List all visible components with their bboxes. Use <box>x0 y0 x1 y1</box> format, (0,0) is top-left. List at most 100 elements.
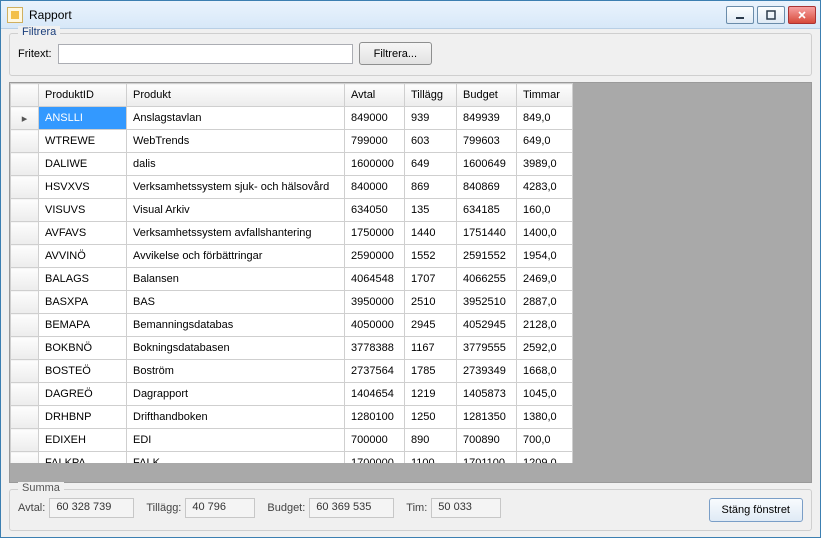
cell-budget[interactable]: 3779555 <box>457 337 517 360</box>
table-row[interactable]: ▸ANSLLIAnslagstavlan849000939849939849,0 <box>11 107 573 130</box>
cell-produkt[interactable]: Avvikelse och förbättringar <box>127 245 345 268</box>
table-row[interactable]: AVFAVSVerksamhetssystem avfallshantering… <box>11 222 573 245</box>
table-row[interactable]: FALKPAFALK1700000110017011001209,0 <box>11 452 573 464</box>
cell-produkt-id[interactable]: EDIXEH <box>39 429 127 452</box>
row-header[interactable] <box>11 452 39 464</box>
cell-produkt[interactable]: BAS <box>127 291 345 314</box>
cell-tillagg[interactable]: 869 <box>405 176 457 199</box>
cell-budget[interactable]: 2739349 <box>457 360 517 383</box>
col-budget[interactable]: Budget <box>457 84 517 107</box>
cell-avtal[interactable]: 3778388 <box>345 337 405 360</box>
cell-avtal[interactable]: 849000 <box>345 107 405 130</box>
cell-budget[interactable]: 1405873 <box>457 383 517 406</box>
cell-timmar[interactable]: 1380,0 <box>517 406 573 429</box>
cell-budget[interactable]: 4066255 <box>457 268 517 291</box>
cell-timmar[interactable]: 1668,0 <box>517 360 573 383</box>
table-row[interactable]: BOSTEÖBoström2737564178527393491668,0 <box>11 360 573 383</box>
cell-produkt-id[interactable]: BALAGS <box>39 268 127 291</box>
cell-produkt-id[interactable]: ANSLLI <box>39 107 127 130</box>
cell-timmar[interactable]: 1045,0 <box>517 383 573 406</box>
cell-timmar[interactable]: 849,0 <box>517 107 573 130</box>
cell-produkt[interactable]: Bemanningsdatabas <box>127 314 345 337</box>
cell-timmar[interactable]: 2887,0 <box>517 291 573 314</box>
cell-produkt-id[interactable]: BEMAPA <box>39 314 127 337</box>
cell-produkt[interactable]: EDI <box>127 429 345 452</box>
cell-tillagg[interactable]: 2510 <box>405 291 457 314</box>
cell-produkt-id[interactable]: AVFAVS <box>39 222 127 245</box>
cell-budget[interactable]: 3952510 <box>457 291 517 314</box>
cell-budget[interactable]: 1701100 <box>457 452 517 464</box>
cell-produkt[interactable]: Bokningsdatabasen <box>127 337 345 360</box>
cell-tillagg[interactable]: 649 <box>405 153 457 176</box>
row-header[interactable]: ▸ <box>11 107 39 130</box>
cell-tillagg[interactable]: 1219 <box>405 383 457 406</box>
table-row[interactable]: EDIXEHEDI700000890700890700,0 <box>11 429 573 452</box>
row-header[interactable] <box>11 337 39 360</box>
close-window-button[interactable] <box>788 6 816 24</box>
cell-tillagg[interactable]: 1440 <box>405 222 457 245</box>
cell-produkt[interactable]: Drifthandboken <box>127 406 345 429</box>
cell-budget[interactable]: 1281350 <box>457 406 517 429</box>
table-row[interactable]: AVVINÖAvvikelse och förbättringar2590000… <box>11 245 573 268</box>
cell-timmar[interactable]: 700,0 <box>517 429 573 452</box>
row-header[interactable] <box>11 176 39 199</box>
cell-budget[interactable]: 799603 <box>457 130 517 153</box>
table-row[interactable]: HSVXVSVerksamhetssystem sjuk- och hälsov… <box>11 176 573 199</box>
cell-tillagg[interactable]: 1250 <box>405 406 457 429</box>
row-header-corner[interactable] <box>11 84 39 107</box>
cell-tillagg[interactable]: 1707 <box>405 268 457 291</box>
cell-produkt-id[interactable]: AVVINÖ <box>39 245 127 268</box>
fritext-input[interactable] <box>58 44 353 64</box>
cell-avtal[interactable]: 634050 <box>345 199 405 222</box>
cell-tillagg[interactable]: 1167 <box>405 337 457 360</box>
row-header[interactable] <box>11 268 39 291</box>
cell-timmar[interactable]: 1954,0 <box>517 245 573 268</box>
table-row[interactable]: BEMAPABemanningsdatabas40500002945405294… <box>11 314 573 337</box>
cell-produkt-id[interactable]: HSVXVS <box>39 176 127 199</box>
table-row[interactable]: WTREWEWebTrends799000603799603649,0 <box>11 130 573 153</box>
cell-timmar[interactable]: 2592,0 <box>517 337 573 360</box>
cell-tillagg[interactable]: 1552 <box>405 245 457 268</box>
cell-avtal[interactable]: 799000 <box>345 130 405 153</box>
table-row[interactable]: BASXPABAS3950000251039525102887,0 <box>11 291 573 314</box>
cell-produkt[interactable]: Boström <box>127 360 345 383</box>
table-row[interactable]: DRHBNPDrifthandboken12801001250128135013… <box>11 406 573 429</box>
cell-budget[interactable]: 2591552 <box>457 245 517 268</box>
cell-produkt-id[interactable]: DAGREÖ <box>39 383 127 406</box>
row-header[interactable] <box>11 130 39 153</box>
cell-budget[interactable]: 4052945 <box>457 314 517 337</box>
cell-timmar[interactable]: 4283,0 <box>517 176 573 199</box>
cell-produkt[interactable]: Verksamhetssystem avfallshantering <box>127 222 345 245</box>
col-produkt-id[interactable]: ProduktID <box>39 84 127 107</box>
cell-timmar[interactable]: 2128,0 <box>517 314 573 337</box>
cell-produkt[interactable]: FALK <box>127 452 345 464</box>
cell-avtal[interactable]: 2590000 <box>345 245 405 268</box>
cell-avtal[interactable]: 4064548 <box>345 268 405 291</box>
cell-tillagg[interactable]: 135 <box>405 199 457 222</box>
cell-produkt-id[interactable]: WTREWE <box>39 130 127 153</box>
cell-produkt[interactable]: dalis <box>127 153 345 176</box>
cell-avtal[interactable]: 840000 <box>345 176 405 199</box>
cell-produkt-id[interactable]: VISUVS <box>39 199 127 222</box>
row-header[interactable] <box>11 383 39 406</box>
cell-produkt[interactable]: Visual Arkiv <box>127 199 345 222</box>
cell-produkt-id[interactable]: BASXPA <box>39 291 127 314</box>
cell-budget[interactable]: 840869 <box>457 176 517 199</box>
cell-timmar[interactable]: 2469,0 <box>517 268 573 291</box>
cell-avtal[interactable]: 1750000 <box>345 222 405 245</box>
cell-tillagg[interactable]: 939 <box>405 107 457 130</box>
cell-produkt[interactable]: Dagrapport <box>127 383 345 406</box>
row-header[interactable] <box>11 153 39 176</box>
cell-timmar[interactable]: 1400,0 <box>517 222 573 245</box>
cell-produkt-id[interactable]: DALIWE <box>39 153 127 176</box>
table-row[interactable]: BOKBNÖBokningsdatabasen37783881167377955… <box>11 337 573 360</box>
col-timmar[interactable]: Timmar <box>517 84 573 107</box>
row-header[interactable] <box>11 429 39 452</box>
cell-produkt[interactable]: Anslagstavlan <box>127 107 345 130</box>
cell-budget[interactable]: 634185 <box>457 199 517 222</box>
row-header[interactable] <box>11 245 39 268</box>
table-row[interactable]: BALAGSBalansen4064548170740662552469,0 <box>11 268 573 291</box>
data-grid[interactable]: ProduktID Produkt Avtal Tillägg Budget T… <box>9 82 812 483</box>
col-produkt[interactable]: Produkt <box>127 84 345 107</box>
row-header[interactable] <box>11 406 39 429</box>
